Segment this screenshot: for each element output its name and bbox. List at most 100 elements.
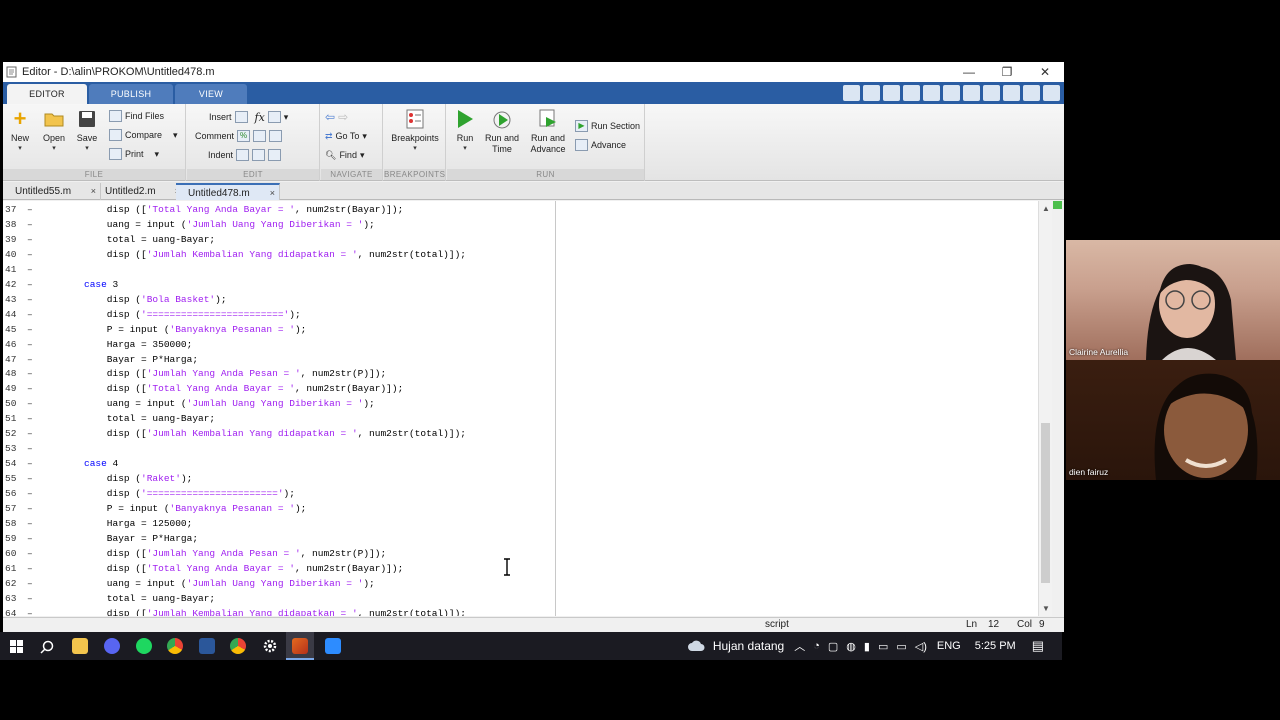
close-button[interactable]: ✕ (1026, 65, 1064, 79)
minimize-toolstrip-icon[interactable] (1043, 85, 1060, 101)
code-line[interactable]: disp (['Jumlah Kembalian Yang didapatkan… (84, 249, 466, 260)
paste-icon[interactable] (923, 85, 940, 101)
chevron-up-icon[interactable]: ︿ (794, 638, 805, 654)
line-number[interactable]: 54– (5, 458, 43, 469)
run-and-time-button[interactable]: Run and Time (482, 108, 522, 155)
executable-line-marker[interactable]: – (27, 563, 33, 574)
minimize-button[interactable]: — (950, 65, 988, 79)
line-number[interactable]: 56– (5, 488, 43, 499)
code-line[interactable]: disp ('Raket'); (84, 473, 193, 484)
save-icon[interactable] (863, 85, 880, 101)
code-line[interactable]: Bayar = P*Harga; (84, 533, 198, 544)
code-line[interactable]: total = uang-Bayar; (84, 413, 215, 424)
zoom-icon[interactable] (325, 638, 341, 654)
executable-line-marker[interactable]: – (27, 354, 33, 365)
discord-icon[interactable] (104, 638, 120, 654)
vertical-scrollbar[interactable]: ▲ ▼ (1038, 201, 1052, 616)
executable-line-marker[interactable]: – (27, 279, 33, 290)
code-line[interactable]: disp (['Jumlah Yang Anda Pesan = ', num2… (84, 368, 386, 379)
code-line[interactable]: Harga = 350000; (84, 339, 193, 350)
scroll-down-icon[interactable]: ▼ (1042, 604, 1050, 613)
line-number[interactable]: 60– (5, 548, 43, 559)
line-number[interactable]: 58– (5, 518, 43, 529)
line-number[interactable]: 53– (5, 443, 43, 454)
display-icon[interactable]: ▭ (878, 640, 888, 653)
line-number[interactable]: 38– (5, 219, 43, 230)
executable-line-marker[interactable]: – (27, 309, 33, 320)
new-button[interactable]: + New ▾ (3, 106, 37, 152)
tab-editor[interactable]: EDITOR (7, 84, 87, 104)
executable-line-marker[interactable]: – (27, 264, 33, 275)
expand-icon[interactable] (1023, 85, 1040, 101)
code-line[interactable]: disp ('Bola Basket'); (84, 294, 227, 305)
layout-icon[interactable] (843, 85, 860, 101)
code-line[interactable]: disp ('========================'); (84, 309, 301, 320)
defender-icon[interactable]: ◍ (846, 640, 856, 653)
fx-icon[interactable]: fx (255, 111, 265, 124)
file-tab-untitled478[interactable]: Untitled478.m × (176, 183, 280, 200)
executable-line-marker[interactable]: – (27, 339, 33, 350)
executable-line-marker[interactable]: – (27, 503, 33, 514)
search-icon[interactable] (40, 640, 54, 654)
line-number[interactable]: 59– (5, 533, 43, 544)
open-button[interactable]: Open ▾ (37, 108, 71, 152)
code-line[interactable]: P = input ('Banyaknya Pesanan = '); (84, 324, 307, 335)
undo-icon[interactable] (943, 85, 960, 101)
executable-line-marker[interactable]: – (27, 428, 33, 439)
insert-function-icon[interactable] (267, 111, 281, 123)
line-number[interactable]: 63– (5, 593, 43, 604)
weather-text[interactable]: Hujan datang (713, 639, 784, 653)
help-icon[interactable] (1003, 85, 1020, 101)
word-icon[interactable] (199, 638, 215, 654)
participant-video-2[interactable]: dien fairuz (1066, 360, 1280, 480)
code-line[interactable]: uang = input ('Jumlah Uang Yang Diberika… (84, 398, 375, 409)
code-line[interactable]: total = uang-Bayar; (84, 593, 215, 604)
line-number[interactable]: 41– (5, 264, 43, 275)
line-number[interactable]: 64 – (5, 608, 43, 616)
clock[interactable]: 5:25 PM (975, 640, 1016, 652)
redo-icon[interactable] (963, 85, 980, 101)
scrollbar-thumb[interactable] (1041, 423, 1050, 583)
code-analyzer-status-indicator[interactable] (1053, 201, 1062, 209)
executable-line-marker[interactable]: – (27, 324, 33, 335)
copy-icon[interactable] (903, 85, 920, 101)
back-arrow-icon[interactable]: ⇦ (325, 110, 335, 124)
executable-line-marker[interactable]: – (27, 473, 33, 484)
line-number[interactable]: 42– (5, 279, 43, 290)
print-button[interactable]: Print ▾ (109, 147, 159, 161)
executable-line-marker[interactable]: – (27, 249, 33, 260)
code-line[interactable]: case 3 (84, 279, 118, 290)
run-and-advance-button[interactable]: Run and Advance (527, 108, 569, 155)
indent-button[interactable]: Indent (208, 148, 282, 162)
executable-line-marker[interactable]: – (27, 443, 33, 454)
executable-line-marker[interactable]: – (27, 608, 33, 616)
executable-line-marker[interactable]: – (27, 234, 33, 245)
tab-publish[interactable]: PUBLISH (89, 84, 173, 104)
line-number[interactable]: 48– (5, 368, 43, 379)
executable-line-marker[interactable]: – (27, 383, 33, 394)
chrome-icon[interactable] (167, 638, 183, 654)
line-number[interactable]: 51– (5, 413, 43, 424)
run-button[interactable]: Run ▾ (448, 108, 482, 152)
close-tab-icon[interactable]: × (270, 185, 275, 202)
line-number[interactable]: 50– (5, 398, 43, 409)
executable-line-marker[interactable]: – (27, 488, 33, 499)
code-editor[interactable]: 37–38–39–40–41–42–43–44–45–46–47–48–49–5… (3, 201, 1052, 616)
microphone-icon[interactable]: ▮ (864, 640, 870, 653)
code-line[interactable]: disp (['Jumlah Kembalian Yang didapatkan… (84, 428, 466, 439)
chrome-profile-icon[interactable] (230, 638, 246, 654)
executable-line-marker[interactable]: – (27, 294, 33, 305)
code-line[interactable]: Harga = 125000; (84, 518, 193, 529)
executable-line-marker[interactable]: – (27, 204, 33, 215)
line-number[interactable]: 40– (5, 249, 43, 260)
file-tab-untitled55[interactable]: Untitled55.m × (3, 183, 101, 200)
executable-line-marker[interactable]: – (27, 398, 33, 409)
code-line[interactable]: disp ('======================='); (84, 488, 295, 499)
code-line[interactable]: P = input ('Banyaknya Pesanan = '); (84, 503, 307, 514)
executable-line-marker[interactable]: – (27, 458, 33, 469)
switch-windows-icon[interactable] (983, 85, 1000, 101)
line-number[interactable]: 55– (5, 473, 43, 484)
advance-button[interactable]: Advance (575, 138, 626, 152)
back-forward-buttons[interactable]: ⇦ ⇨ (325, 110, 348, 124)
spotify-icon[interactable] (136, 638, 152, 654)
